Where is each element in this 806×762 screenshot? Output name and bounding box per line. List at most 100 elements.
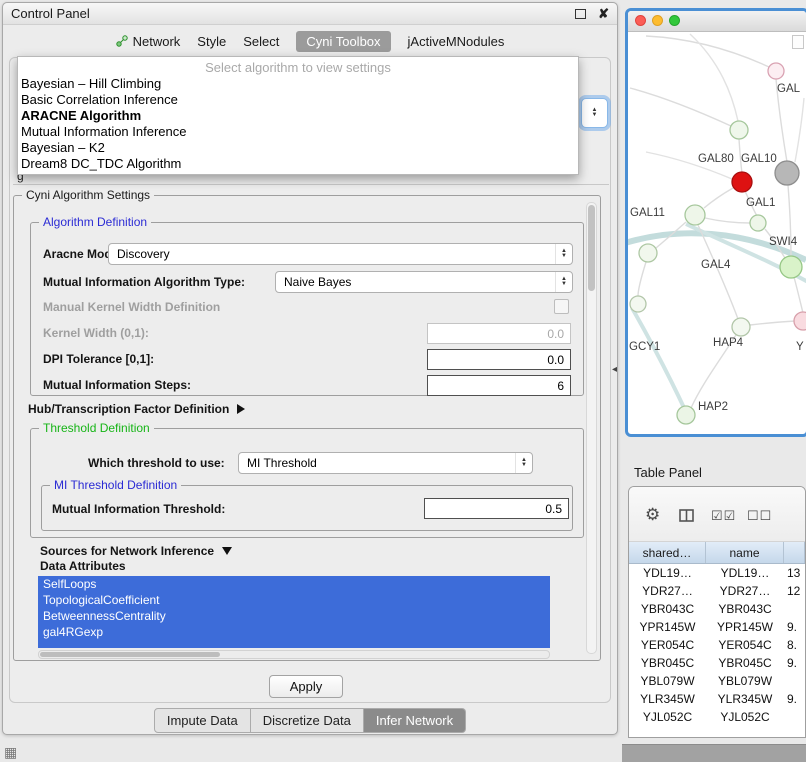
- table-row[interactable]: YDL19…YDL19…13: [629, 564, 805, 582]
- tab-jactivemnodules[interactable]: jActiveMNodules: [408, 34, 505, 49]
- network-edge[interactable]: [630, 88, 731, 126]
- algorithm-option[interactable]: Bayesian – Hill Climbing: [18, 76, 578, 92]
- close-traffic-light-icon[interactable]: [635, 15, 646, 26]
- attribute-item[interactable]: BetweennessCentrality: [38, 608, 550, 624]
- mi-type-label: Mutual Information Algorithm Type:: [43, 275, 245, 289]
- manual-kernel-checkbox[interactable]: [554, 299, 569, 314]
- network-node-label: GAL1: [746, 197, 775, 209]
- minimize-traffic-light-icon[interactable]: [652, 15, 663, 26]
- network-node[interactable]: [685, 205, 705, 225]
- sources-section-header[interactable]: Sources for Network Inference: [40, 544, 232, 558]
- kernel-width-field[interactable]: 0.0: [427, 323, 571, 344]
- deselect-all-icon[interactable]: ☐☐: [747, 508, 772, 524]
- network-edge[interactable]: [750, 321, 795, 325]
- tab-select[interactable]: Select: [243, 34, 279, 49]
- table-cell: 9.: [784, 690, 805, 708]
- which-threshold-select[interactable]: MI Threshold ▲▼: [238, 452, 533, 474]
- expand-arrow-icon: [237, 404, 245, 414]
- tab-discretize-data[interactable]: Discretize Data: [251, 708, 364, 733]
- network-edge[interactable]: [646, 36, 769, 67]
- network-edge[interactable]: [794, 277, 803, 313]
- table-toolbar: ⚙ ☑☑ ☐☐: [629, 487, 805, 542]
- mi-steps-field[interactable]: 6: [427, 375, 571, 396]
- network-node[interactable]: [639, 244, 657, 262]
- control-panel-titlebar[interactable]: Control Panel ✘: [3, 3, 617, 25]
- attribute-item[interactable]: TopologicalCoefficient: [38, 592, 550, 608]
- network-node[interactable]: [775, 161, 799, 185]
- select-all-icon[interactable]: ☑☑: [711, 508, 736, 524]
- network-edge[interactable]: [704, 188, 733, 208]
- mi-algorithm-type-select[interactable]: Naive Bayes ▲▼: [275, 271, 573, 293]
- scrollbar-thumb[interactable]: [40, 652, 220, 657]
- network-edge[interactable]: [632, 308, 686, 412]
- attribute-item[interactable]: SelfLoops: [38, 576, 550, 592]
- scrollbar-thumb[interactable]: [588, 205, 595, 291]
- network-node[interactable]: [730, 121, 748, 139]
- dpi-tolerance-field[interactable]: 0.0: [427, 349, 571, 370]
- table-cell: [784, 600, 805, 618]
- tab-impute-data[interactable]: Impute Data: [154, 708, 251, 733]
- network-graph[interactable]: GALGAL80GAL10GAL11GAL1SWI4GAL4GCY1HAP4YH…: [628, 32, 806, 435]
- settings-scrollbar[interactable]: [586, 202, 597, 654]
- float-window-icon[interactable]: [575, 9, 586, 19]
- close-window-icon[interactable]: ✘: [598, 6, 609, 22]
- table-cell: 8.: [784, 636, 805, 654]
- table-row[interactable]: YJL052CYJL052C: [629, 708, 805, 726]
- network-edge[interactable]: [638, 262, 646, 296]
- network-window-titlebar[interactable]: [628, 11, 806, 32]
- attribute-list-scrollbar[interactable]: [38, 650, 550, 659]
- tab-infer-network[interactable]: Infer Network: [364, 708, 466, 733]
- tab-style[interactable]: Style: [197, 34, 226, 49]
- panel-grid-icon[interactable]: ▦: [4, 744, 17, 761]
- mi-type-value: Naive Bayes: [276, 275, 351, 289]
- network-node-label: GAL80: [698, 153, 734, 165]
- algorithm-option[interactable]: Basic Correlation Inference: [18, 92, 578, 108]
- attribute-item[interactable]: gal4RGexp: [38, 624, 550, 640]
- network-node[interactable]: [750, 215, 766, 231]
- table-row[interactable]: YPR145WYPR145W9.: [629, 618, 805, 636]
- tab-cyni-toolbox[interactable]: Cyni Toolbox: [296, 31, 390, 52]
- network-node[interactable]: [780, 256, 802, 278]
- algorithm-option[interactable]: ARACNE Algorithm: [18, 108, 578, 124]
- table-cell: 13: [784, 564, 805, 582]
- apply-button[interactable]: Apply: [269, 675, 343, 698]
- column-header[interactable]: shared…: [629, 542, 706, 563]
- algorithm-combo-spinner[interactable]: ▲▼: [581, 98, 608, 128]
- column-header[interactable]: [784, 542, 805, 563]
- table-row[interactable]: YDR27…YDR27…12: [629, 582, 805, 600]
- columns-icon[interactable]: [679, 509, 694, 522]
- algorithm-option[interactable]: Dream8 DC_TDC Algorithm: [18, 156, 578, 172]
- aracne-mode-select[interactable]: Discovery ▲▼: [108, 243, 573, 265]
- table-cell: YPR145W: [706, 618, 784, 636]
- network-node[interactable]: [794, 312, 806, 330]
- algorithm-option[interactable]: Mutual Information Inference: [18, 124, 578, 140]
- threshold-definition-title: Threshold Definition: [39, 421, 154, 435]
- column-header[interactable]: name: [706, 542, 784, 563]
- algorithm-definition-group: Algorithm Definition Aracne Mode: Discov…: [30, 222, 584, 396]
- desktop: Control Panel ✘ Network Style Select Cyn…: [0, 0, 806, 762]
- network-node-label: GCY1: [629, 341, 660, 353]
- table-row[interactable]: YBL079WYBL079W: [629, 672, 805, 690]
- network-node[interactable]: [630, 296, 646, 312]
- network-node[interactable]: [732, 318, 750, 336]
- hub-section-label: Hub/Transcription Factor Definition: [28, 402, 229, 416]
- network-node[interactable]: [768, 63, 784, 79]
- network-node[interactable]: [677, 406, 695, 424]
- table-row[interactable]: YBR043CYBR043C: [629, 600, 805, 618]
- hub-section-header[interactable]: Hub/Transcription Factor Definition: [28, 402, 245, 416]
- table-row[interactable]: YBR045CYBR045C9.: [629, 654, 805, 672]
- splitter-collapse-icon[interactable]: ◂: [612, 364, 617, 375]
- network-node[interactable]: [732, 172, 752, 192]
- table-row[interactable]: YER054CYER054C8.: [629, 636, 805, 654]
- network-node-label: Y: [796, 341, 804, 353]
- mi-threshold-field[interactable]: 0.5: [424, 498, 569, 519]
- tab-network[interactable]: Network: [116, 34, 181, 49]
- network-scrollbar-stub[interactable]: [792, 35, 804, 49]
- gear-icon[interactable]: ⚙: [645, 505, 660, 525]
- zoom-traffic-light-icon[interactable]: [669, 15, 680, 26]
- table-row[interactable]: YLR345WYLR345W9.: [629, 690, 805, 708]
- algorithm-option[interactable]: Bayesian – K2: [18, 140, 578, 156]
- cyni-algorithm-settings-group: Cyni Algorithm Settings Algorithm Defini…: [13, 195, 601, 661]
- network-edge[interactable]: [705, 218, 750, 223]
- network-edge[interactable]: [795, 98, 804, 162]
